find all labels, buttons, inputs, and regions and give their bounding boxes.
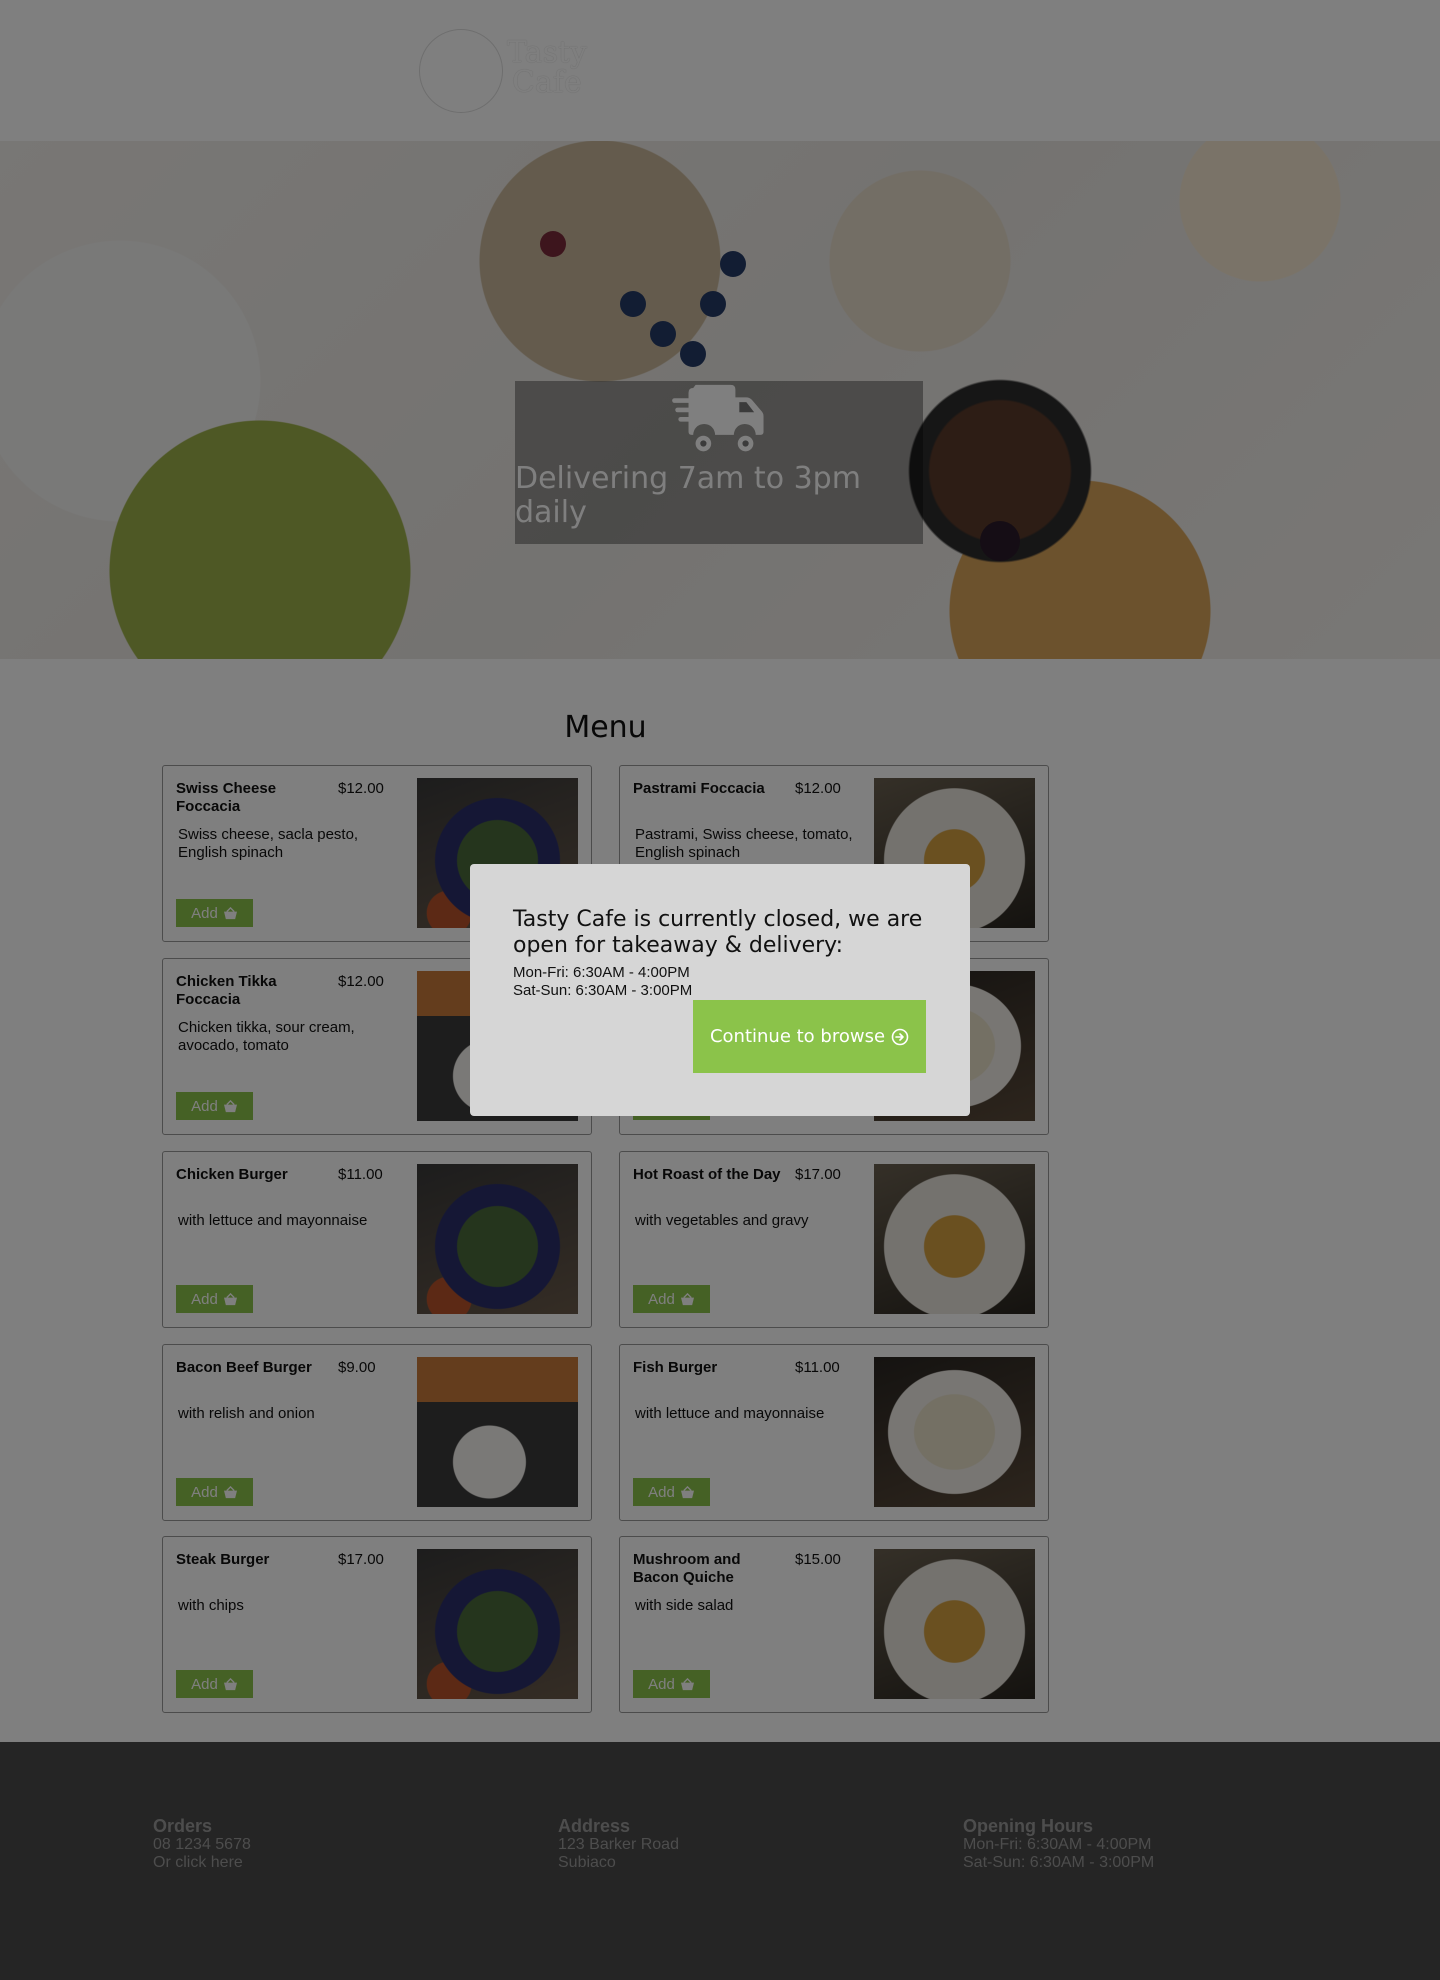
closed-notice-modal: Tasty Cafe is currently closed, we are o… [470,864,970,1116]
modal-message: Tasty Cafe is currently closed, we are o… [513,907,923,958]
arrow-circle-right-icon [891,1028,909,1045]
modal-hours: Mon-Fri: 6:30AM - 4:00PM Sat-Sun: 6:30AM… [513,964,692,1000]
continue-label: Continue to browse [709,1026,886,1047]
modal-hours-weekend: Sat-Sun: 6:30AM - 3:00PM [513,982,693,999]
continue-to-browse-button[interactable]: Continue to browse [693,1000,926,1073]
modal-hours-weekday: Mon-Fri: 6:30AM - 4:00PM [513,964,690,981]
